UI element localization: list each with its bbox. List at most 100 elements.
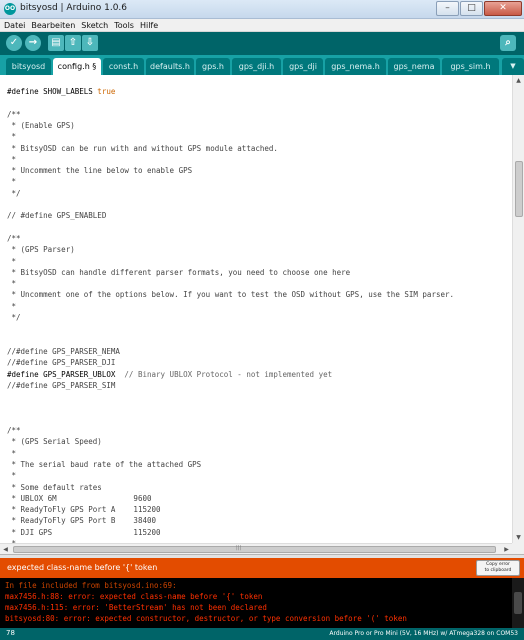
code-text: * UBLOX 6M 9600 bbox=[7, 493, 152, 503]
console-scrollbar[interactable] bbox=[512, 578, 524, 628]
window-title: bitsyosd | Arduino 1.0.6 bbox=[20, 3, 128, 13]
code-line: * bbox=[7, 256, 17, 267]
code-line: * The serial baud rate of the attached G… bbox=[7, 459, 202, 470]
magnifier-icon[interactable]: ⌕ bbox=[500, 35, 516, 51]
editor-horizontal-scrollbar[interactable]: ◀ ||| ▶ bbox=[0, 543, 512, 554]
code-comment: // Binary UBLOX Protocol - not implement… bbox=[115, 369, 333, 379]
code-text: // #define GPS_ENABLED bbox=[7, 211, 107, 221]
code-text: * DJI GPS 115200 bbox=[7, 527, 161, 537]
tab-bar: bitsyosd config.h § const.h defaults.h g… bbox=[0, 55, 524, 75]
tab-overflow-button[interactable]: ▼ bbox=[502, 58, 524, 75]
code-text: /** bbox=[7, 233, 21, 243]
toolbar: ✓ → ▤ ⇧ ⇩ ⌕ bbox=[0, 32, 524, 55]
code-text: #define GPS_PARSER_UBLOX bbox=[7, 369, 116, 379]
tab-config-h[interactable]: config.h § bbox=[53, 58, 101, 75]
new-icon[interactable]: ▤ bbox=[48, 35, 64, 51]
code-line: /** bbox=[7, 233, 21, 244]
code-line: * ReadyToFly GPS Port B 38400 bbox=[7, 515, 157, 526]
code-text: */ bbox=[7, 188, 21, 198]
code-line: #define GPS_PARSER_UBLOX // Binary UBLOX… bbox=[7, 369, 332, 380]
scroll-up-icon[interactable]: ▲ bbox=[513, 75, 524, 86]
code-text: //#define GPS_PARSER_DJI bbox=[7, 358, 116, 368]
maximize-button[interactable]: □ bbox=[460, 1, 483, 16]
code-line: * bbox=[7, 131, 17, 142]
tab-defaults-h[interactable]: defaults.h bbox=[146, 58, 194, 75]
code-line: /** bbox=[7, 109, 21, 120]
code-line: * bbox=[7, 301, 17, 312]
code-line: //#define GPS_PARSER_DJI bbox=[7, 357, 115, 368]
console-output[interactable]: In file included from bitsyosd.ino:69: m… bbox=[0, 578, 512, 628]
code-line: */ bbox=[7, 312, 21, 323]
code-text: * bbox=[7, 301, 17, 311]
tab-gps-dji-h[interactable]: gps_dji.h bbox=[232, 58, 281, 75]
code-line: * (GPS Parser) bbox=[7, 244, 75, 255]
code-editor[interactable]: #define SHOW_LABELS true /** * (Enable GP… bbox=[0, 75, 512, 543]
copy-error-label-line2: to clipboard bbox=[484, 568, 512, 573]
tab-gps-nema[interactable]: gps_nema bbox=[388, 58, 440, 75]
code-line: // #define GPS_ENABLED bbox=[7, 210, 106, 221]
code-text: * bbox=[7, 177, 17, 187]
code-text: * BitsyOSD can handle different parser f… bbox=[7, 267, 351, 277]
code-text: * The serial baud rate of the attached G… bbox=[7, 459, 202, 469]
code-text: * (GPS Serial Speed) bbox=[7, 437, 102, 447]
code-line: * DJI GPS 115200 bbox=[7, 527, 161, 538]
code-line: * bbox=[7, 448, 17, 459]
close-button[interactable]: ✕ bbox=[484, 1, 522, 16]
code-line: //#define GPS_PARSER_NEMA bbox=[7, 346, 120, 357]
console-line: max7456.h:115: error: 'BetterStream' has… bbox=[5, 603, 267, 612]
code-text: * bbox=[7, 132, 17, 142]
tab-gps-dji[interactable]: gps_dji bbox=[283, 58, 323, 75]
scrollbar-thumb[interactable] bbox=[13, 546, 496, 553]
code-text: * bbox=[7, 279, 17, 289]
minimize-button[interactable]: – bbox=[436, 1, 459, 16]
code-line: * Some default rates bbox=[7, 482, 102, 493]
tab-gps-nema-h[interactable]: gps_nema.h bbox=[325, 58, 386, 75]
scrollbar-corner bbox=[512, 543, 524, 554]
code-keyword: true bbox=[92, 87, 116, 96]
scrollbar-thumb[interactable] bbox=[515, 161, 523, 217]
scroll-down-icon[interactable]: ▼ bbox=[513, 532, 524, 543]
code-text: * ReadyToFly GPS Port B 38400 bbox=[7, 516, 157, 526]
menu-sketch[interactable]: Sketch bbox=[81, 21, 108, 30]
menu-file[interactable]: Datei bbox=[4, 21, 25, 30]
code-line: * bbox=[7, 470, 17, 481]
code-text: */ bbox=[7, 313, 21, 322]
code-line: */ bbox=[7, 188, 21, 199]
tab-gps-h[interactable]: gps.h bbox=[196, 58, 230, 75]
tab-bitsyosd[interactable]: bitsyosd bbox=[6, 58, 51, 75]
save-icon[interactable]: ⇩ bbox=[82, 35, 98, 51]
code-line: * bbox=[7, 154, 17, 165]
window-controls: – □ ✕ bbox=[435, 1, 522, 16]
code-text: * Uncomment the line below to enable GPS bbox=[7, 166, 193, 176]
code-text: #define SHOW_LABELS bbox=[7, 87, 93, 96]
code-text: * (GPS Parser) bbox=[7, 245, 75, 255]
code-line: * (Enable GPS) bbox=[7, 120, 75, 131]
console-line: max7456.h:88: error: expected class-name… bbox=[5, 592, 263, 601]
tab-const-h[interactable]: const.h bbox=[103, 58, 144, 75]
scrollbar-grip-icon: ||| bbox=[236, 545, 242, 551]
copy-error-button[interactable]: Copy error to clipboard bbox=[476, 560, 520, 576]
scrollbar-thumb[interactable] bbox=[514, 592, 522, 614]
upload-icon[interactable]: → bbox=[25, 35, 41, 51]
code-text: * bbox=[7, 448, 17, 458]
tab-gps-sim-h[interactable]: gps_sim.h bbox=[442, 58, 499, 75]
editor-vertical-scrollbar[interactable]: ▲ ▼ bbox=[512, 75, 524, 543]
arduino-logo-icon: OO bbox=[4, 3, 16, 15]
status-bar: 78 Arduino Pro or Pro Mini (5V, 16 MHz) … bbox=[0, 628, 524, 640]
menu-edit[interactable]: Bearbeiten bbox=[31, 21, 75, 30]
error-message: expected class-name before '{' token bbox=[7, 563, 158, 572]
code-line: * BitsyOSD can handle different parser f… bbox=[7, 267, 351, 278]
line-number: 78 bbox=[6, 629, 15, 637]
menu-help[interactable]: Hilfe bbox=[140, 21, 158, 30]
code-text: * Some default rates bbox=[7, 482, 102, 492]
code-line: * ReadyToFly GPS Port A 115200 bbox=[7, 504, 161, 515]
board-info: Arduino Pro or Pro Mini (5V, 16 MHz) w/ … bbox=[329, 630, 518, 637]
verify-icon[interactable]: ✓ bbox=[6, 35, 22, 51]
code-text: * Uncomment one of the options below. If… bbox=[7, 290, 455, 300]
console-line: In file included from bitsyosd.ino:69: bbox=[5, 581, 177, 590]
menu-tools[interactable]: Tools bbox=[114, 21, 134, 30]
code-line: #define SHOW_LABELS true bbox=[7, 86, 115, 97]
open-icon[interactable]: ⇧ bbox=[65, 35, 81, 51]
code-text: * bbox=[7, 256, 17, 266]
code-text: * ReadyToFly GPS Port A 115200 bbox=[7, 505, 161, 515]
